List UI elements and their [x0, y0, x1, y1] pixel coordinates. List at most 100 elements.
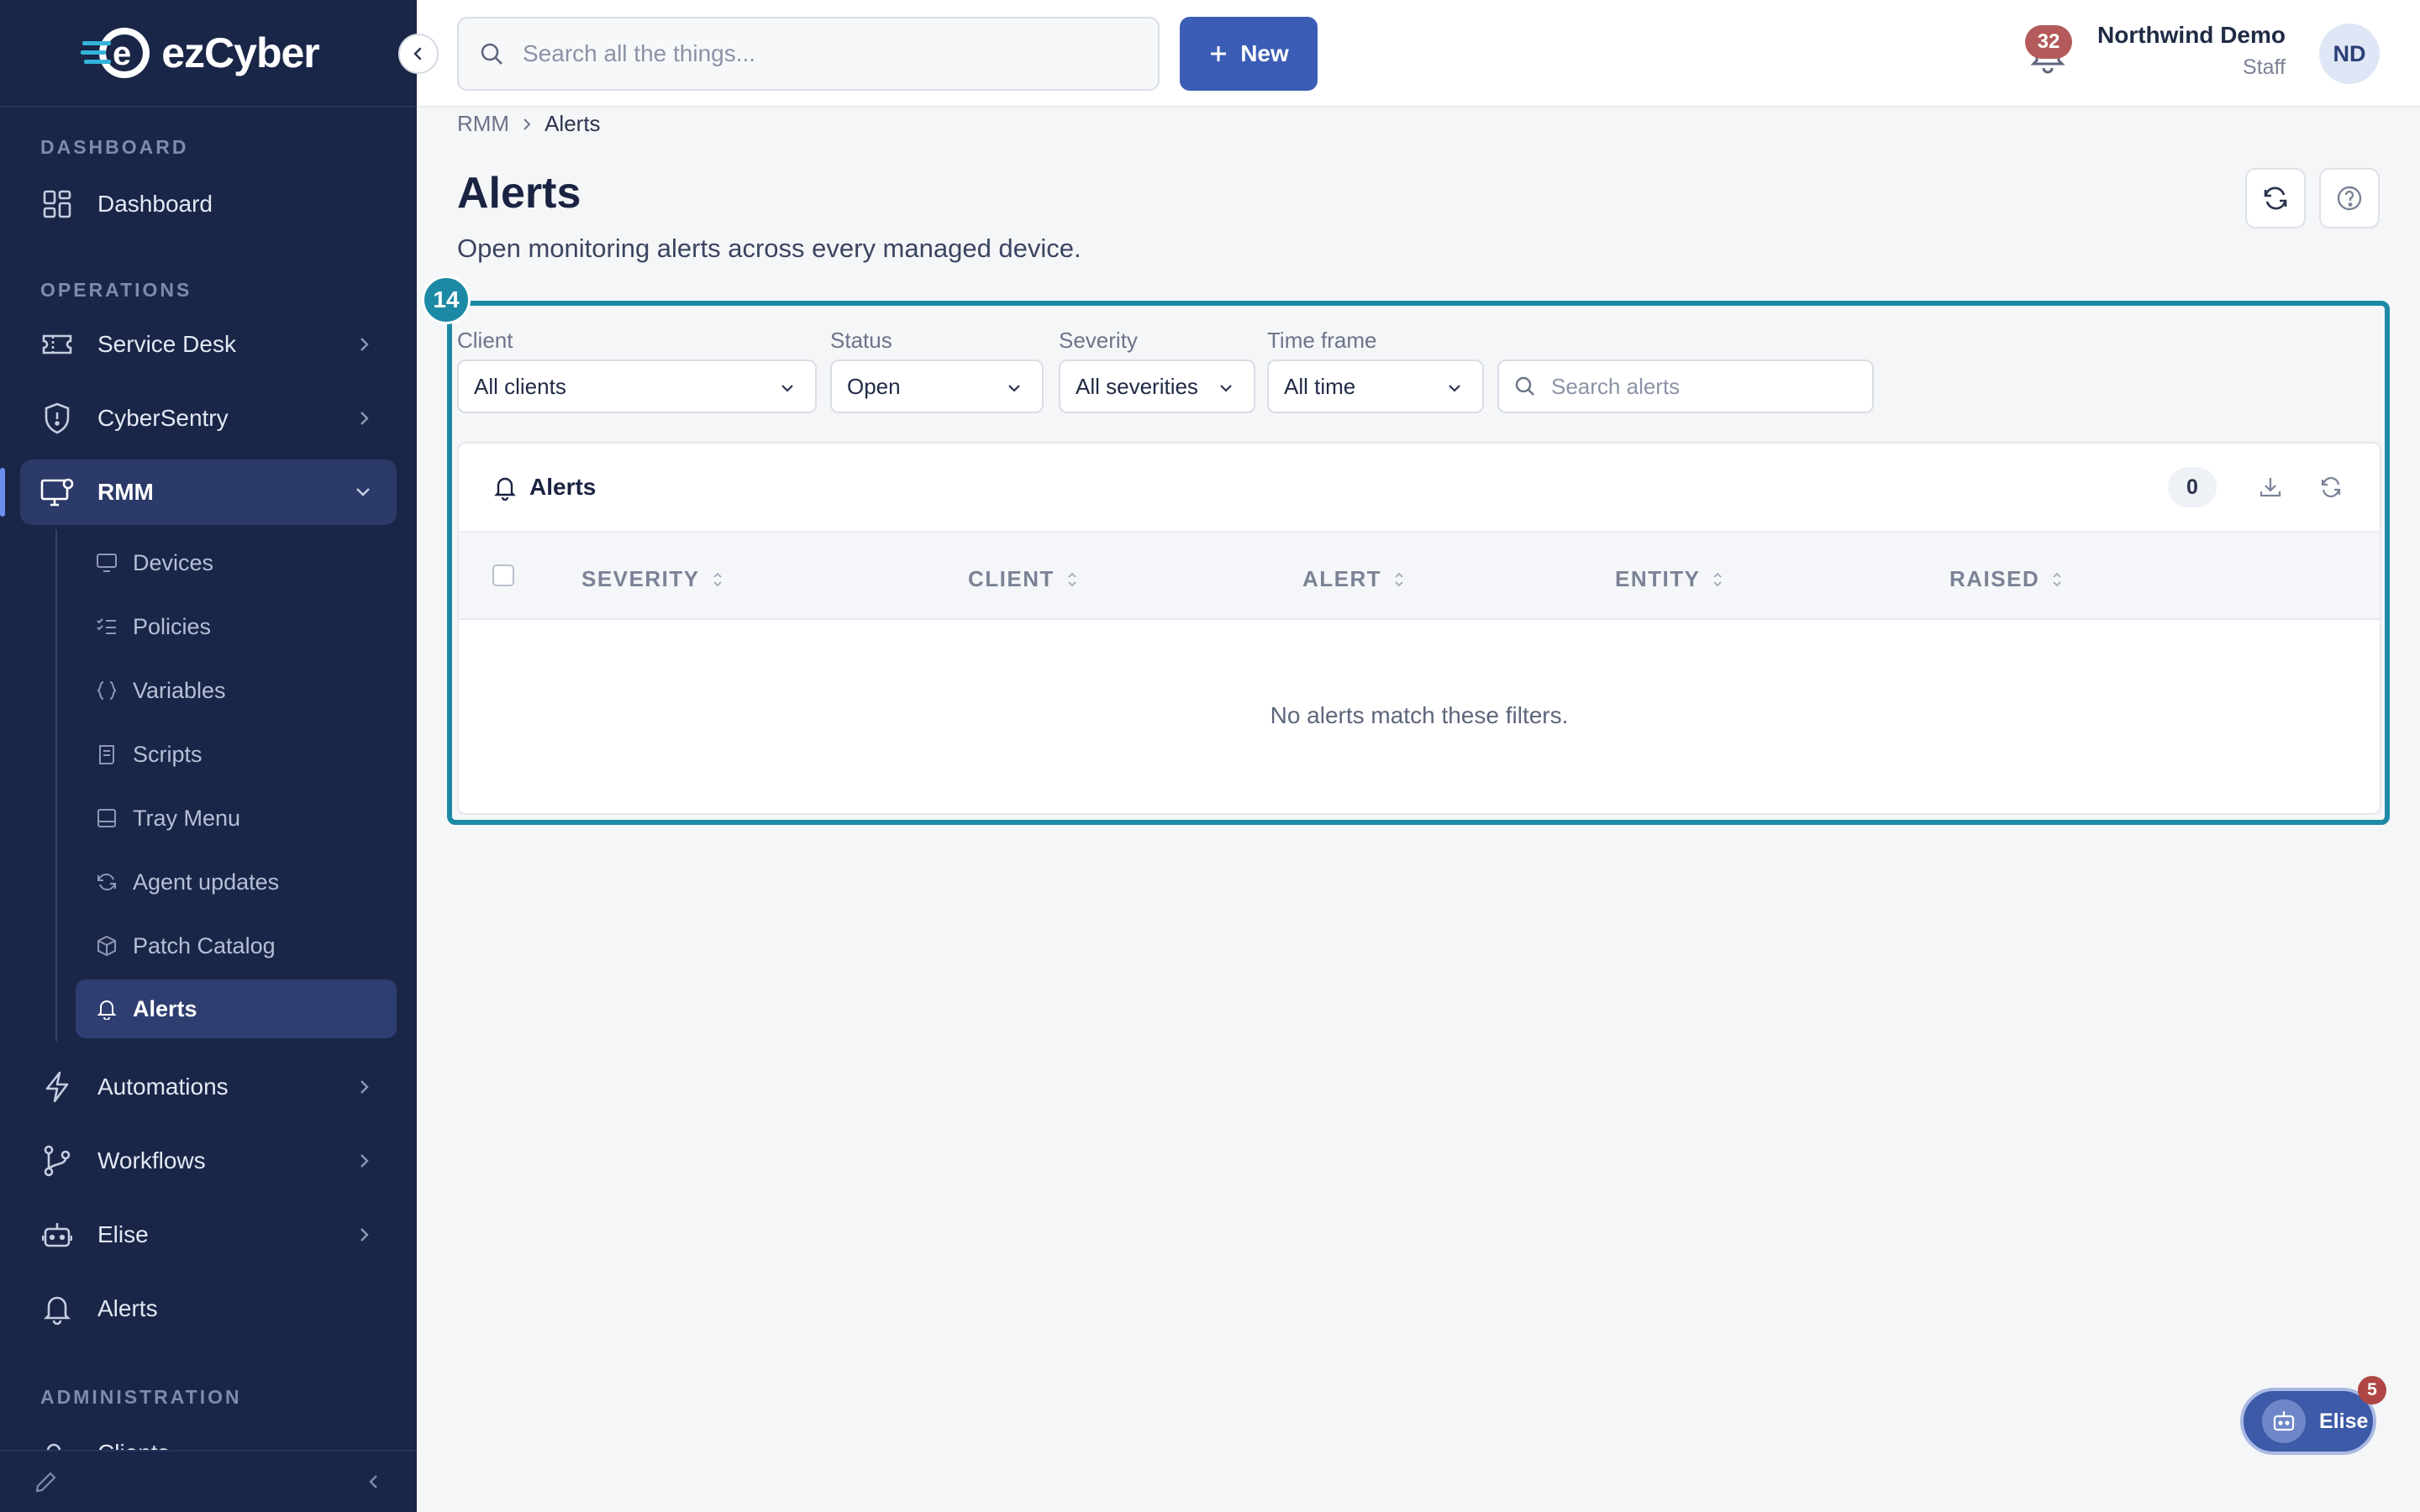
dashboard-grid-icon: [40, 187, 74, 221]
monitor-settings-icon: [40, 475, 74, 509]
global-search-input[interactable]: [523, 40, 1111, 67]
chevron-down-icon: [356, 488, 370, 496]
sidebar-item-rmm[interactable]: RMM: [0, 459, 397, 525]
sidebar-subitem-agent-updates[interactable]: Agent updates: [76, 853, 397, 911]
column-header-raised[interactable]: RAISED: [1949, 566, 2063, 592]
column-label: ALERT: [1302, 566, 1382, 591]
severity-select-value: All severities: [1076, 373, 1198, 399]
status-select-value: Open: [847, 373, 901, 399]
sidebar-item-label: Workflows: [97, 1147, 206, 1173]
sidebar-item-cybersentry[interactable]: CyberSentry: [20, 386, 397, 451]
lightning-icon: [40, 1070, 74, 1104]
column-header-severity[interactable]: SEVERITY: [581, 566, 723, 592]
global-search[interactable]: [457, 17, 1160, 91]
time-frame-select[interactable]: All time: [1267, 360, 1484, 413]
section-label-dashboard: DASHBOARD: [40, 136, 189, 158]
chevron-right-icon: [360, 338, 369, 351]
client-select-value: All clients: [474, 373, 566, 399]
sidebar-item-workflows[interactable]: Workflows: [20, 1128, 397, 1194]
column-header-entity[interactable]: ENTITY: [1615, 566, 1723, 592]
elise-unread-badge: 5: [2358, 1376, 2386, 1404]
refresh-page-button[interactable]: [2245, 168, 2306, 228]
elise-assistant-button[interactable]: Elise: [2240, 1388, 2376, 1455]
filter-label-client: Client: [457, 328, 513, 353]
help-button[interactable]: [2319, 168, 2380, 228]
bell-icon: [494, 477, 516, 501]
new-button-label: New: [1240, 40, 1289, 66]
sidebar-subitem-policies[interactable]: Policies: [76, 597, 397, 656]
sidebar-subitem-devices[interactable]: Devices: [76, 533, 397, 592]
client-select[interactable]: All clients: [457, 360, 817, 413]
chevron-down-icon: [1220, 385, 1232, 392]
sidebar-subitem-label: Patch Catalog: [133, 932, 276, 958]
sidebar-subitem-tray-menu[interactable]: Tray Menu: [76, 789, 397, 848]
chevron-right-icon: [360, 412, 369, 425]
user-menu[interactable]: Northwind Demo Staff: [2097, 22, 2286, 80]
select-all-checkbox[interactable]: [492, 564, 514, 586]
sidebar-item-label: Automations: [97, 1074, 229, 1100]
empty-state-message: No alerts match these filters.: [1270, 702, 1569, 728]
severity-select[interactable]: All severities: [1059, 360, 1255, 413]
user-name: Northwind Demo: [2097, 22, 2286, 48]
sidebar-subitem-label: Policies: [133, 613, 212, 639]
sidebar-item-label: Alerts: [97, 1295, 158, 1321]
sidebar-subitem-alerts[interactable]: Alerts: [76, 979, 397, 1038]
sidebar-footer: [0, 1450, 417, 1512]
brand-logo[interactable]: e ezCyber: [81, 24, 320, 81]
search-icon: [481, 43, 502, 65]
sort-icon: [2053, 572, 2061, 586]
sidebar-item-dashboard[interactable]: Dashboard: [20, 171, 397, 237]
column-label: SEVERITY: [581, 566, 700, 591]
svg-text:e: e: [113, 35, 131, 72]
chevron-down-icon: [781, 385, 793, 392]
time-frame-select-value: All time: [1284, 373, 1356, 399]
sidebar-item-alerts[interactable]: Alerts: [20, 1276, 397, 1341]
chevron-right-icon: [360, 1080, 369, 1094]
download-button[interactable]: [2255, 472, 2286, 502]
sidebar-subitem-variables[interactable]: Variables: [76, 661, 397, 720]
column-label: RAISED: [1949, 566, 2040, 591]
sidebar-subitem-scripts[interactable]: Scripts: [76, 725, 397, 784]
sidebar-item-service-desk[interactable]: Service Desk: [20, 312, 397, 377]
section-label-operations: OPERATIONS: [40, 279, 192, 301]
brand-name: ezCyber: [161, 29, 320, 76]
ticket-icon: [40, 328, 74, 361]
alerts-card: Alerts 0 SEVERITY CLIENT ALERT ENTITY RA…: [457, 442, 2381, 815]
sidebar-subitem-label: Alerts: [133, 995, 197, 1021]
refresh-icon: [2264, 186, 2287, 210]
sidebar-item-elise[interactable]: Elise: [20, 1202, 397, 1268]
monitor-icon: [94, 550, 119, 575]
refresh-table-button[interactable]: [2316, 472, 2346, 502]
alerts-count-badge: 0: [2168, 467, 2217, 507]
avatar[interactable]: ND: [2319, 24, 2380, 84]
sidebar-subitem-patch-catalog[interactable]: Patch Catalog: [76, 916, 397, 975]
sidebar: e ezCyber DASHBOARD Dashboard OPERATIONS…: [0, 0, 439, 1512]
logo-mark-icon: e: [81, 24, 156, 81]
alerts-search-input[interactable]: [1551, 373, 1854, 400]
new-button[interactable]: New: [1180, 17, 1318, 91]
alerts-card-header: Alerts 0: [459, 444, 2380, 531]
sort-icon: [1068, 572, 1076, 586]
sidebar-item-label: CyberSentry: [97, 405, 229, 431]
help-circle-icon: [2337, 186, 2362, 211]
submenu-guide-line: [55, 529, 57, 1042]
sidebar-subitem-label: Devices: [133, 549, 214, 575]
sidebar-item-automations[interactable]: Automations: [20, 1054, 397, 1120]
column-header-alert[interactable]: ALERT: [1302, 566, 1405, 592]
chevron-left-icon[interactable]: [365, 1471, 383, 1493]
column-label: CLIENT: [968, 566, 1055, 591]
pencil-icon[interactable]: [34, 1469, 59, 1494]
alerts-search[interactable]: [1497, 360, 1874, 413]
elise-label: Elise: [2319, 1409, 2369, 1433]
logo-bar: e ezCyber: [0, 0, 439, 108]
user-role: Staff: [2243, 55, 2286, 79]
column-header-client[interactable]: CLIENT: [968, 566, 1078, 592]
collapse-sidebar-button[interactable]: [398, 34, 439, 74]
sort-icon: [1395, 572, 1403, 586]
sidebar-item-label: Dashboard: [97, 191, 213, 217]
filter-label-severity: Severity: [1059, 328, 1138, 353]
breadcrumb-link-rmm[interactable]: RMM: [457, 111, 509, 137]
column-label: ENTITY: [1615, 566, 1701, 591]
status-select[interactable]: Open: [830, 360, 1044, 413]
sidebar-item-label: RMM: [97, 479, 154, 505]
